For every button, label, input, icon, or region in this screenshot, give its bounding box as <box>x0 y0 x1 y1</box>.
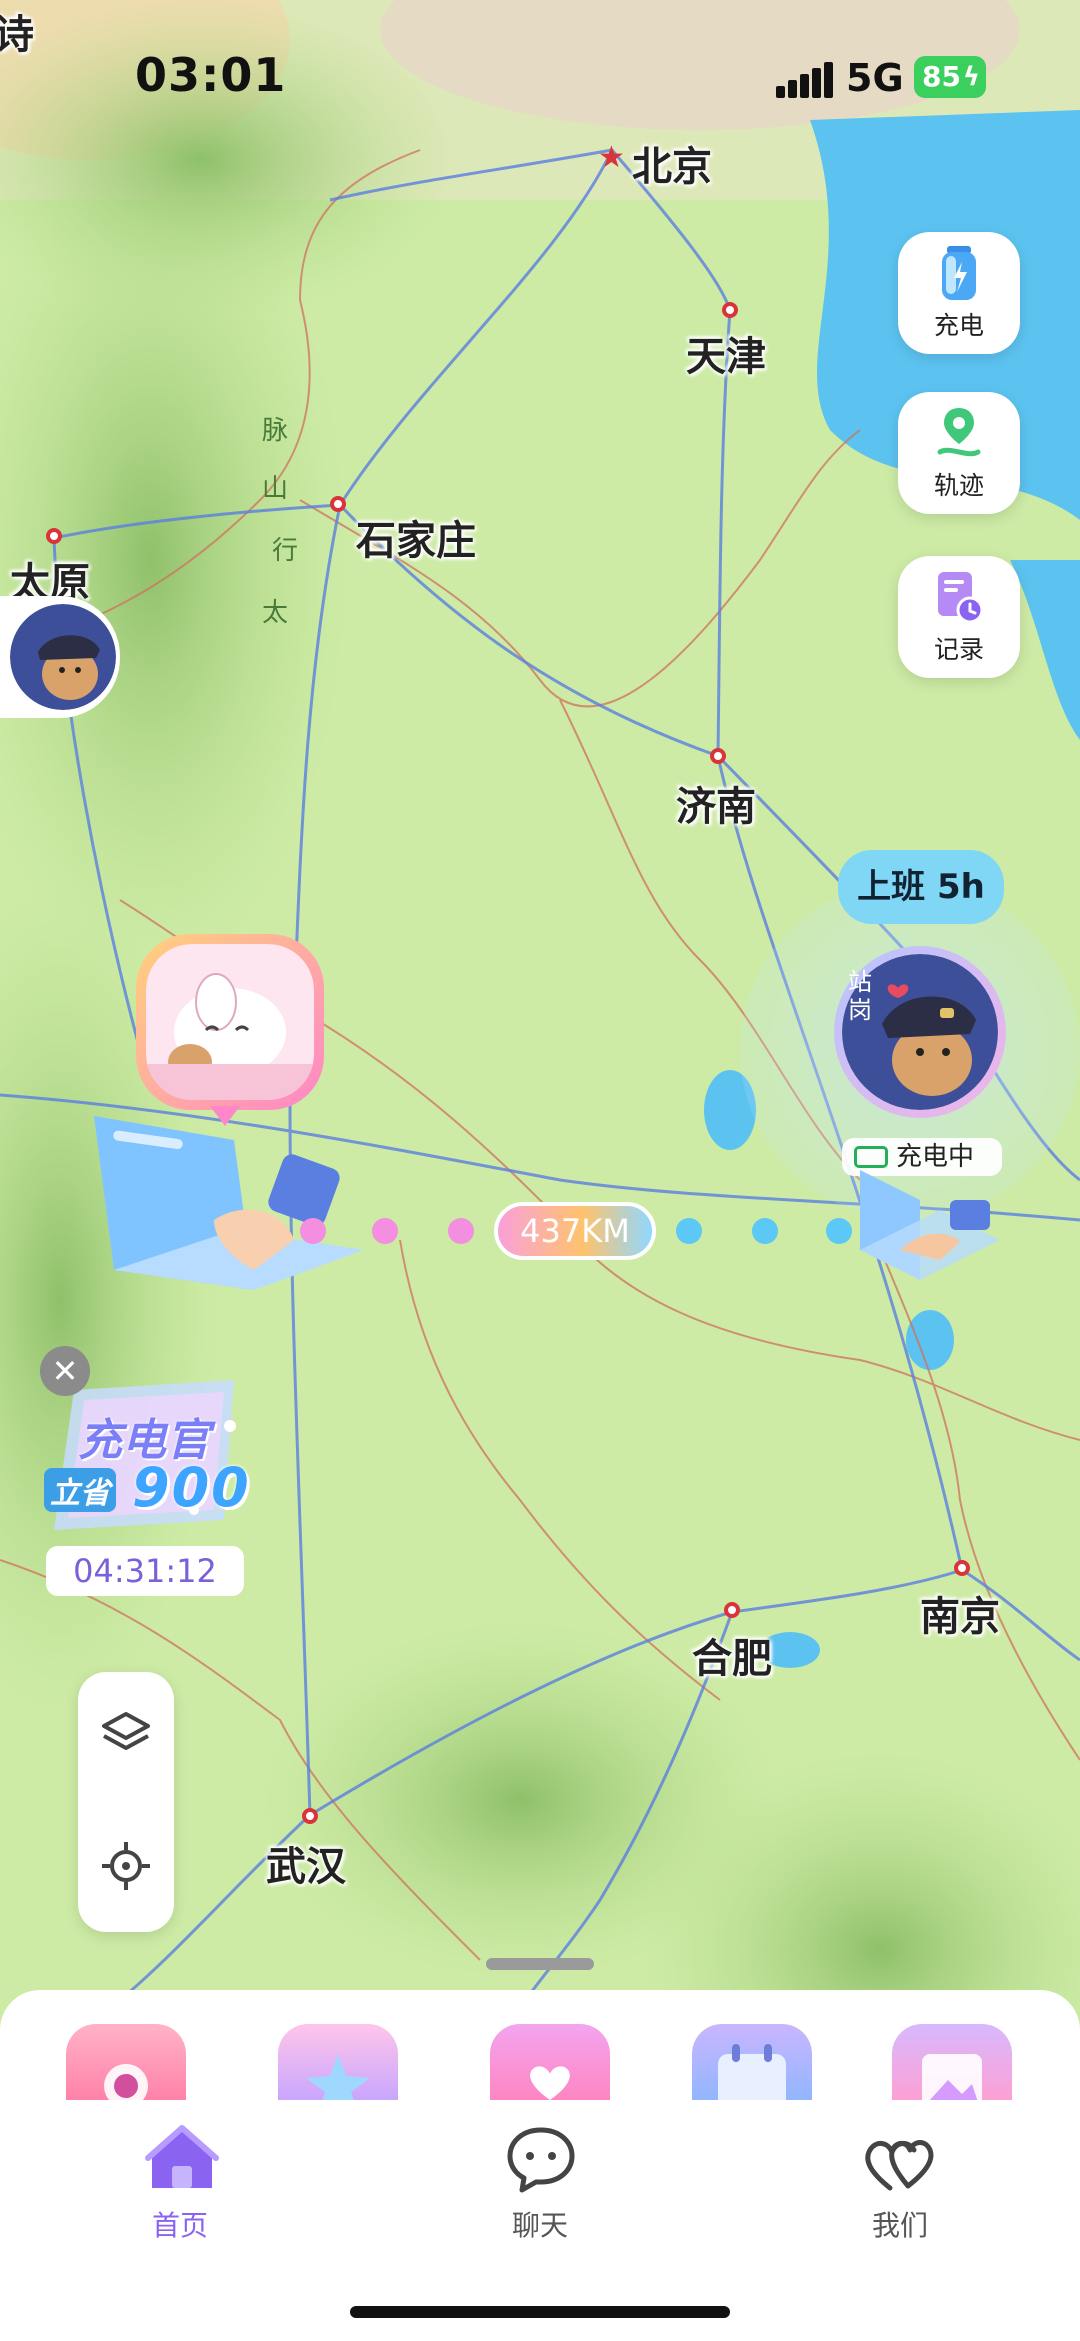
partner-avatar-frame[interactable]: 站岗 <box>834 946 1006 1118</box>
photos-icon[interactable] <box>892 2024 1012 2104</box>
star-icon[interactable] <box>278 2024 398 2104</box>
city-label-hefei: 合肥 <box>692 1636 772 1682</box>
clock: 03:01 <box>135 48 287 102</box>
charge-button-label: 充电 <box>933 311 984 340</box>
route-dot <box>372 1218 398 1244</box>
track-button[interactable]: 轨迹 <box>898 392 1020 514</box>
city-dot-taiyuan <box>46 528 62 544</box>
city-label-shijiazhuang: 石家庄 <box>356 518 476 564</box>
calendar-icon[interactable] <box>692 2024 812 2104</box>
home-indicator <box>350 2306 730 2318</box>
route-dot <box>752 1218 778 1244</box>
mountain-label-char: 脉 <box>262 416 289 446</box>
city-dot-wuhan <box>302 1808 318 1824</box>
charge-button[interactable]: 充电 <box>898 232 1020 354</box>
tab-home-label: 首页 <box>151 2209 208 2242</box>
network-type: 5G <box>846 56 904 100</box>
mountain-label-char: 山 <box>262 474 289 504</box>
status-bar: 03:01 5G 85 ϟ <box>0 0 1080 150</box>
promo-close-button[interactable]: ✕ <box>40 1346 90 1396</box>
route-dot <box>300 1218 326 1244</box>
track-button-label: 轨迹 <box>933 471 984 500</box>
city-label-jinan: 济南 <box>676 784 756 830</box>
avatar <box>146 944 314 1100</box>
city-dot-hefei <box>724 1602 740 1618</box>
sheet-drag-handle[interactable] <box>486 1958 594 1970</box>
city-dot-tianjin <box>722 302 738 318</box>
city-label-wuhan: 武汉 <box>266 1844 346 1890</box>
record-button[interactable]: 记录 <box>898 556 1020 678</box>
cellular-signal-icon <box>776 62 833 98</box>
camera-icon[interactable] <box>66 2024 186 2104</box>
heart-card-icon[interactable] <box>490 2024 610 2104</box>
close-icon: ✕ <box>51 1352 79 1390</box>
route-dot <box>826 1218 852 1244</box>
partner-status-bubble: 上班 5h <box>838 850 1004 924</box>
map-controls <box>78 1672 174 1932</box>
mountain-label-char: 行 <box>272 536 299 566</box>
battery-level: 85 <box>922 60 961 93</box>
self-avatar-frame[interactable] <box>136 934 324 1110</box>
battery-indicator: 85 ϟ <box>914 56 986 98</box>
route-dot <box>448 1218 474 1244</box>
charge-icon <box>942 246 976 300</box>
hearts-icon <box>865 2140 934 2191</box>
home-icon <box>145 2125 219 2188</box>
city-label-tianjin: 天津 <box>686 334 766 380</box>
city-label-nanjing: 南京 <box>920 1594 1000 1640</box>
city-dot-nanjing <box>954 1560 970 1576</box>
track-icon <box>937 408 981 457</box>
laptop-hand-illustration <box>94 1116 364 1290</box>
distance-badge: 437KM <box>494 1202 656 1260</box>
city-dot-shijiazhuang <box>330 496 346 512</box>
laptop-hand-illustration <box>860 1170 1000 1280</box>
tab-chat-label: 聊天 <box>511 2209 568 2242</box>
route-dot <box>676 1218 702 1244</box>
tab-us-label: 我们 <box>871 2209 928 2242</box>
record-button-label: 记录 <box>933 635 984 664</box>
promo-countdown: 04:31:12 <box>46 1546 244 1596</box>
avatar-caption: 站岗 <box>848 968 872 1024</box>
avatar <box>10 604 116 710</box>
layers-icon[interactable] <box>100 1708 152 1760</box>
promo-prefix: 立省 <box>44 1468 116 1512</box>
city-dot-jinan <box>710 748 726 764</box>
friend-avatar-tab[interactable] <box>0 596 120 718</box>
chat-icon <box>507 2127 575 2193</box>
mountain-label-char: 太 <box>262 598 289 628</box>
bolt-icon: ϟ <box>962 62 980 92</box>
promo-amount: 900 <box>132 1456 251 1519</box>
record-icon <box>938 572 984 624</box>
locate-icon[interactable] <box>100 1840 152 1892</box>
